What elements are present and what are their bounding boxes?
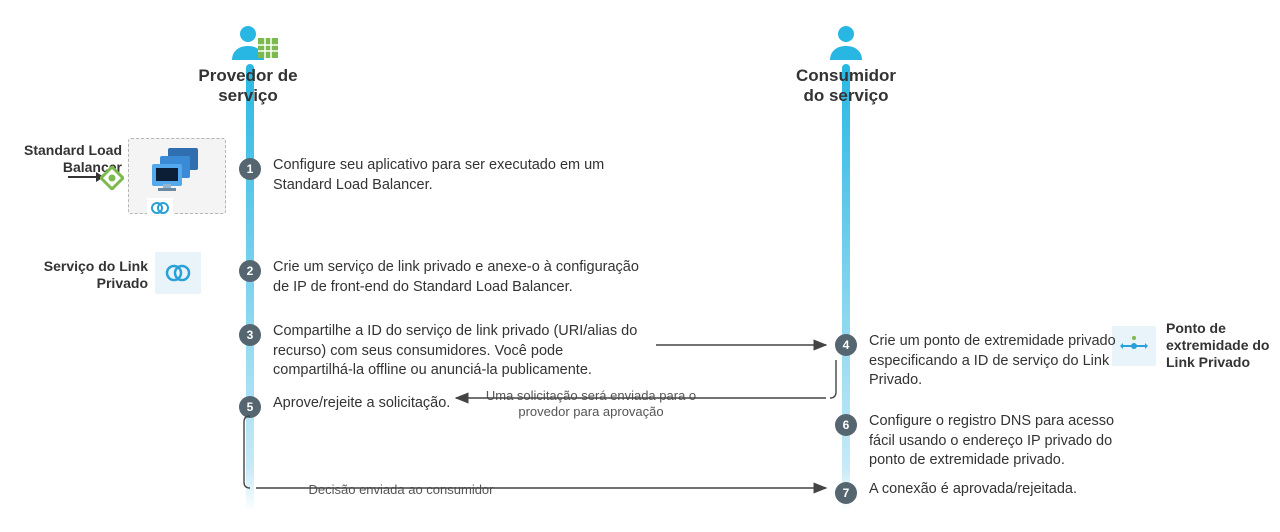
step-4: 4 Crie um ponto de extremidade privado e… <box>835 332 1129 391</box>
person-icon <box>826 22 866 62</box>
step-text: A conexão é aprovada/rejeitada. <box>869 480 1077 500</box>
step-number: 5 <box>239 396 261 418</box>
step-number: 2 <box>239 260 261 282</box>
step-text: Aprove/rejeite a solicitação. <box>273 394 450 414</box>
step-number: 7 <box>835 482 857 504</box>
step-number: 1 <box>239 158 261 180</box>
arrow-caption-decision: Decisão enviada ao consumidor <box>271 482 531 498</box>
step-5: 5 Aprove/rejeite a solicitação. <box>239 394 450 418</box>
private-link-service-tile-icon <box>155 252 201 294</box>
persona-consumer: Consumidor do serviço <box>766 22 926 105</box>
persona-provider-label: Provedor de serviço <box>168 66 328 105</box>
step-text: Crie um ponto de extremidade privado esp… <box>869 332 1129 391</box>
arrow-icon <box>68 170 104 188</box>
label-private-link-service: Serviço do Link Privado <box>38 258 148 292</box>
label-private-link-endpoint: Ponto de extremidade do Link Privado <box>1166 320 1276 370</box>
persona-consumer-label: Consumidor do serviço <box>766 66 926 105</box>
step-text: Compartilhe a ID do serviço de link priv… <box>273 322 643 381</box>
arrow-caption-approval: Uma solicitação será enviada para o prov… <box>461 388 721 421</box>
vm-stack-icon <box>150 148 206 197</box>
step-3: 3 Compartilhe a ID do serviço de link pr… <box>239 322 643 381</box>
step-text: Crie um serviço de link privado e anexe-… <box>273 258 643 297</box>
step-number: 4 <box>835 334 857 356</box>
step-text: Configure o registro DNS para acesso fác… <box>869 412 1129 471</box>
step-number: 3 <box>239 324 261 346</box>
private-link-mini-icon <box>147 198 173 223</box>
diagram-canvas: Provedor de serviço Consumidor do serviç… <box>0 0 1280 532</box>
step-7: 7 A conexão é aprovada/rejeitada. <box>835 480 1077 504</box>
step-2: 2 Crie um serviço de link privado e anex… <box>239 258 643 297</box>
step-text: Configure seu aplicativo para ser execut… <box>273 156 643 195</box>
persona-provider: Provedor de serviço <box>168 22 328 105</box>
step-1: 1 Configure seu aplicativo para ser exec… <box>239 156 643 195</box>
load-balancer-diamond-icon <box>100 166 124 195</box>
step-number: 6 <box>835 414 857 436</box>
grid-icon <box>258 38 278 63</box>
step-6: 6 Configure o registro DNS para acesso f… <box>835 412 1129 471</box>
